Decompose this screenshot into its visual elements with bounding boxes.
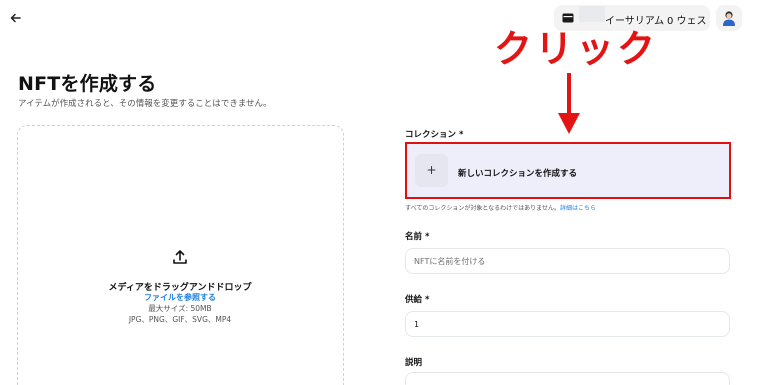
- collection-note: すべてのコレクションが対象となるわけではありません。詳細はこちら: [405, 203, 596, 212]
- create-collection-label: 新しいコレクションを作成する: [458, 169, 578, 179]
- wallet-balance-mask: [579, 6, 605, 22]
- description-label: 説明: [405, 358, 423, 368]
- file-types-text: JPG、PNG、GIF、SVG、MP4: [128, 315, 232, 324]
- upload-icon: [173, 250, 187, 264]
- supply-input[interactable]: [405, 311, 730, 337]
- create-collection-button[interactable]: + 新しいコレクションを作成する: [405, 142, 731, 199]
- back-button[interactable]: [6, 9, 26, 27]
- collection-label: コレクション *: [405, 130, 464, 140]
- max-size-text: 最大サイズ: 50MB: [148, 304, 212, 313]
- collection-note-text: すべてのコレクションが対象となるわけではありません。: [405, 205, 560, 212]
- browse-files-link[interactable]: ファイルを参照する: [0, 292, 360, 303]
- click-annotation: クリック: [494, 27, 659, 71]
- plus-icon: +: [415, 154, 448, 187]
- wallet-balance: 0 ウェス: [667, 16, 707, 27]
- description-input[interactable]: [405, 372, 730, 385]
- avatar-button[interactable]: [716, 5, 742, 31]
- wallet-icon: [562, 13, 574, 23]
- wallet-currency-label: イーサリアム: [605, 16, 665, 27]
- page-subtitle: アイテムが作成されると、その情報を変更することはできません。: [18, 99, 272, 109]
- learn-more-link[interactable]: 詳細はこちら: [560, 205, 596, 212]
- name-input[interactable]: [405, 248, 730, 274]
- user-avatar-icon: [723, 11, 735, 26]
- supply-label: 供給 *: [405, 295, 430, 305]
- name-label: 名前 *: [405, 232, 430, 242]
- arrow-left-icon: [10, 13, 21, 23]
- page-title: NFTを作成する: [18, 73, 157, 95]
- annotation-arrow-icon: [558, 73, 580, 134]
